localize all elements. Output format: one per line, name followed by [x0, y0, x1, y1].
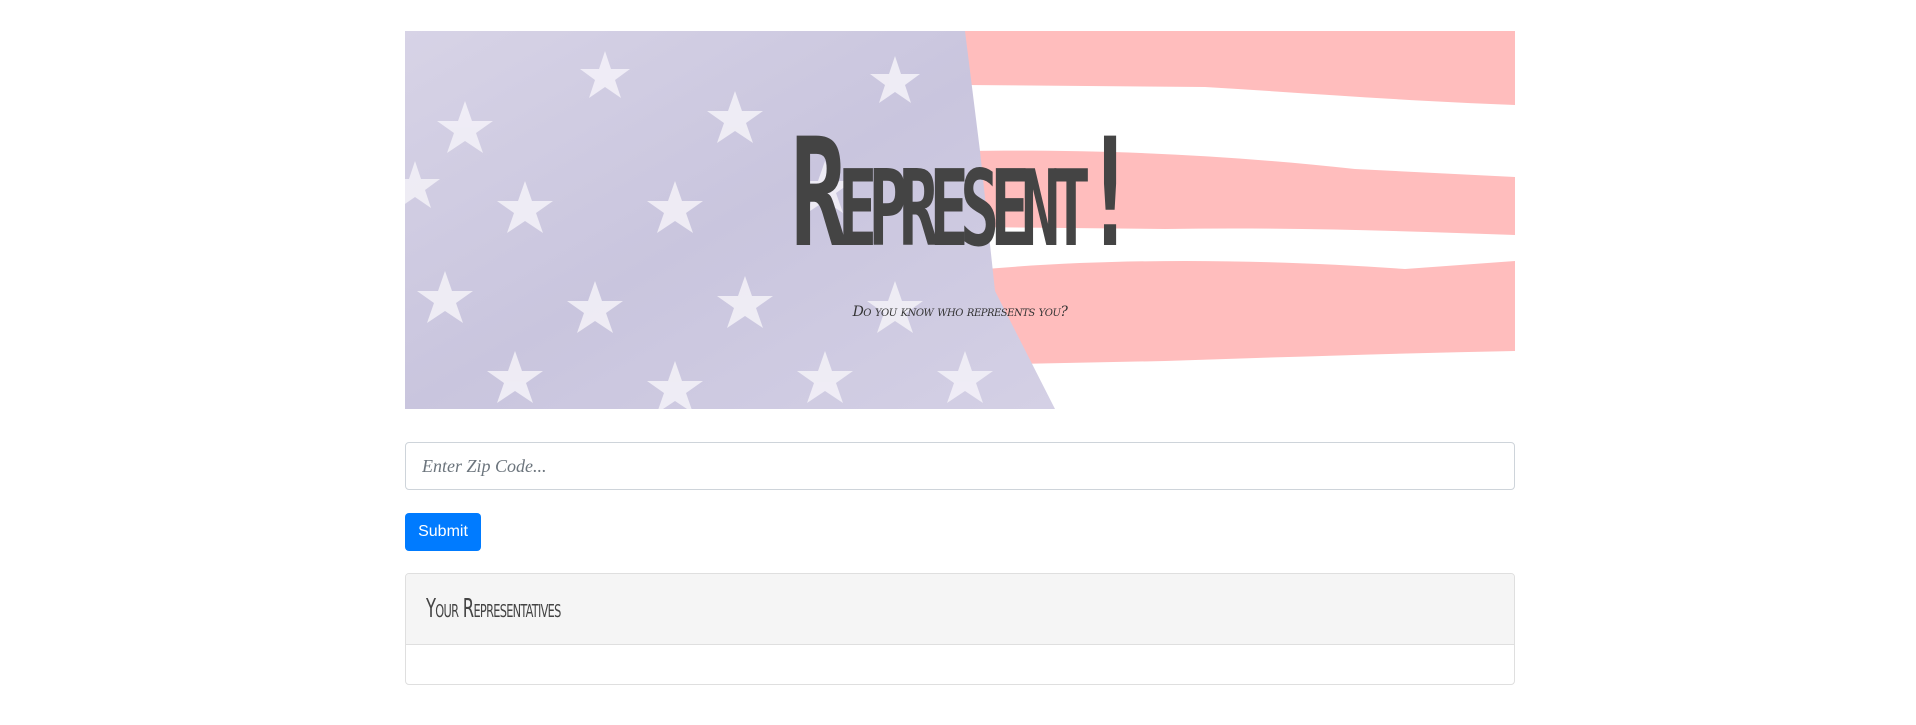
- representatives-list: [406, 645, 1514, 684]
- representatives-heading: Your Representatives: [426, 594, 561, 624]
- hero-banner: Represent! Do you know who represents yo…: [405, 31, 1515, 409]
- zip-code-input[interactable]: [405, 442, 1515, 490]
- hero-subtitle: Do you know who represents you?: [852, 304, 1068, 320]
- representatives-panel: Your Representatives: [405, 573, 1515, 685]
- submit-button[interactable]: Submit: [405, 513, 481, 551]
- page-container: Represent! Do you know who represents yo…: [405, 31, 1515, 409]
- representatives-panel-header: Your Representatives: [406, 574, 1514, 645]
- hero-title: Represent!: [790, 107, 1138, 281]
